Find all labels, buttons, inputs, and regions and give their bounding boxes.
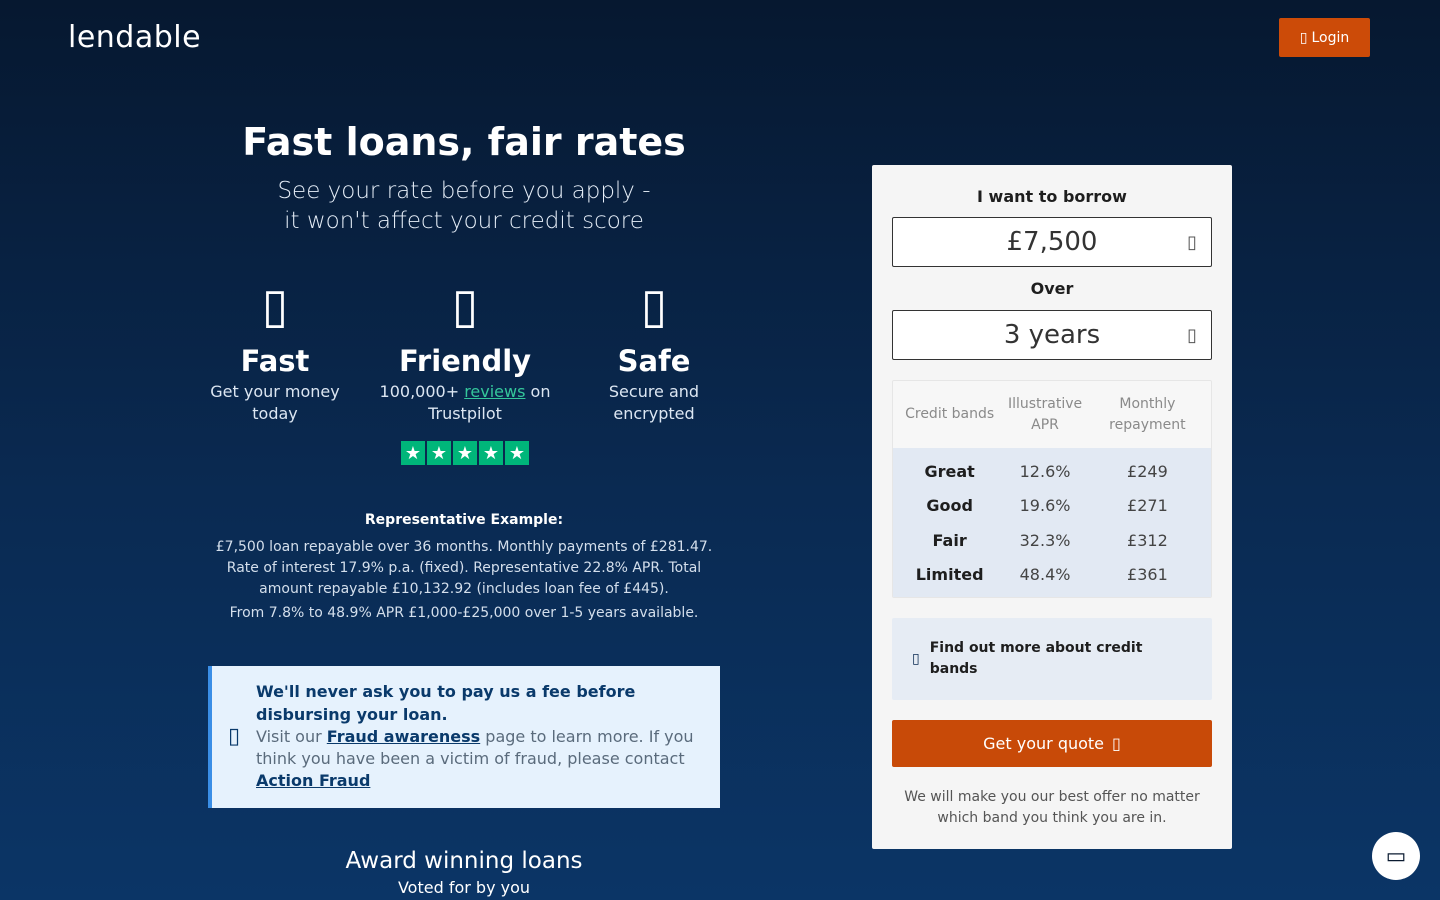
info-icon: ▯	[912, 651, 920, 667]
feature-desc: Get your money today	[210, 382, 340, 423]
best-offer-note: We will make you our best offer no matte…	[904, 789, 1200, 826]
quote-label: Get your quote	[983, 734, 1105, 753]
feature-fast: ▯ Fast Get your money today	[185, 278, 365, 425]
reviews-link[interactable]: reviews	[464, 382, 525, 401]
table-row: Fair 32.3% £312	[932, 530, 1168, 550]
representative-title: Representative Example:	[364, 512, 564, 528]
representative-body: £7,500 loan repayable over 36 months. Mo…	[215, 539, 713, 597]
feature-safe: ▯ Safe Secure and encrypted	[564, 278, 744, 425]
star-icon: ★	[427, 441, 451, 465]
lock-icon: ▯	[1299, 29, 1308, 46]
fraud-notice: ▯ We'll never ask you to pay us a fee be…	[208, 666, 720, 808]
term-select[interactable]: 3 years ▯	[892, 310, 1212, 360]
smile-icon: ▯	[451, 278, 479, 334]
find-more-label: Find out more about credit bands	[929, 640, 1143, 677]
star-icon: ★	[479, 441, 503, 465]
table-row: Great 12.6% £249	[924, 461, 1168, 481]
fraud-text: Visit our Fraud awareness page to learn …	[256, 727, 694, 790]
feature-title: Fast	[240, 344, 310, 378]
feature-friendly: ▯ Friendly 100,000+ reviews on Trustpilo…	[375, 278, 555, 425]
chat-icon[interactable]: ▭	[1372, 832, 1420, 880]
login-label: Login	[1311, 29, 1350, 46]
column-header: Credit bands	[905, 406, 995, 422]
rocket-icon: ▯	[261, 278, 289, 334]
star-icon: ★	[401, 441, 425, 465]
arrow-right-icon: ▯	[1112, 734, 1121, 753]
fraud-heading: We'll never ask you to pay us a fee befo…	[256, 682, 636, 724]
lock-icon: ▯	[228, 724, 241, 749]
chevron-down-icon: ▯	[1187, 232, 1197, 253]
action-fraud-link[interactable]: Action Fraud	[256, 771, 370, 790]
award-subtitle: Voted for by you	[397, 878, 531, 897]
term-value: 3 years	[1003, 320, 1101, 350]
award-title: Award winning loans	[345, 848, 583, 874]
table-header: Credit bands Illustrative APR Monthly re…	[893, 381, 1211, 448]
shield-icon: ▯	[640, 278, 668, 334]
hero-subtitle: See your rate before you apply - it won'…	[277, 178, 651, 234]
column-header: Monthly repayment	[1109, 395, 1186, 433]
credit-bands-info-link[interactable]: ▯ Find out more about credit bands	[892, 618, 1212, 700]
amount-value: £7,500	[1006, 227, 1098, 257]
page-title: Fast loans, fair rates	[242, 120, 686, 164]
feature-title: Safe	[617, 344, 691, 378]
feature-desc: 100,000+ reviews on Trustpilot	[379, 382, 551, 423]
feature-desc: Secure and encrypted	[608, 382, 700, 423]
borrow-label: I want to borrow	[977, 187, 1127, 206]
chevron-down-icon: ▯	[1187, 325, 1197, 346]
feature-title: Friendly	[398, 344, 532, 378]
star-icon: ★	[453, 441, 477, 465]
table-row: Good 19.6% £271	[926, 496, 1168, 516]
trustpilot-stars: ★ ★ ★ ★ ★	[401, 441, 529, 465]
column-header: Illustrative APR	[1007, 395, 1083, 433]
apr-range: From 7.8% to 48.9% APR £1,000-£25,000 ov…	[229, 605, 699, 621]
amount-select[interactable]: £7,500 ▯	[892, 217, 1212, 267]
loan-calculator: I want to borrow £7,500 ▯ Over 3 years ▯…	[872, 165, 1232, 849]
get-quote-button[interactable]: Get your quote ▯	[892, 720, 1212, 767]
star-icon: ★	[505, 441, 529, 465]
lendable-logo[interactable]: lendable	[68, 20, 201, 55]
table-row: Limited 48.4% £361	[915, 565, 1168, 585]
login-button[interactable]: ▯ Login	[1279, 18, 1370, 57]
fraud-awareness-link[interactable]: Fraud awareness	[327, 727, 480, 746]
over-label: Over	[1030, 279, 1074, 298]
credit-bands-table: Credit bands Illustrative APR Monthly re…	[892, 380, 1212, 598]
